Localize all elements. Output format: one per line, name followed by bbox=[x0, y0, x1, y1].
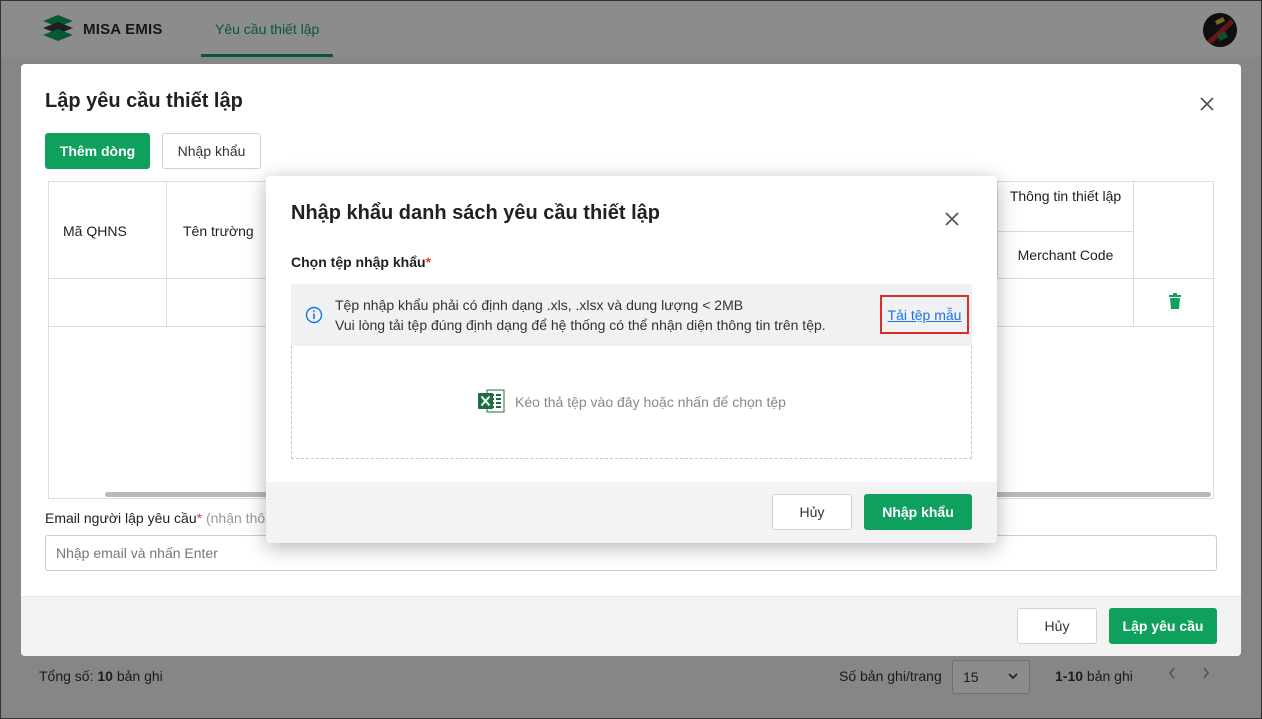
info-banner: Tệp nhập khẩu phải có định dạng .xls, .x… bbox=[291, 284, 972, 346]
drop-zone-text: Kéo thả tệp vào đây hoặc nhấn để chọn tệ… bbox=[515, 394, 786, 410]
info-text-guidance: Vui lòng tải tệp đúng định dạng để hệ th… bbox=[335, 317, 826, 333]
trash-icon[interactable] bbox=[1168, 293, 1182, 312]
email-hint: (nhận thô bbox=[205, 510, 266, 526]
row-actions bbox=[1133, 279, 1215, 327]
info-icon bbox=[305, 306, 323, 327]
close-icon[interactable] bbox=[945, 212, 959, 226]
column-header-school: Tên trường bbox=[167, 182, 267, 279]
excel-icon bbox=[477, 388, 505, 417]
dialog-title: Lập yêu cầu thiết lập bbox=[45, 90, 243, 112]
import-button[interactable]: Nhập khẩu bbox=[162, 133, 261, 169]
column-header-code: Mã QHNS bbox=[49, 182, 167, 279]
download-template-link[interactable]: Tải tệp mẫu bbox=[888, 307, 962, 323]
column-header-actions bbox=[1133, 182, 1215, 279]
add-row-button[interactable]: Thêm dòng bbox=[45, 133, 150, 169]
create-request-button[interactable]: Lập yêu cầu bbox=[1109, 608, 1217, 644]
column-header-setup-info: Thông tin thiết lập bbox=[997, 182, 1133, 232]
close-icon[interactable] bbox=[1199, 96, 1215, 112]
download-template-highlight: Tải tệp mẫu bbox=[880, 295, 969, 334]
import-modal: Nhập khẩu danh sách yêu cầu thiết lập Ch… bbox=[266, 176, 997, 543]
email-label: Email người lập yêu cầu* (nhận thô bbox=[45, 510, 266, 526]
import-submit-button[interactable]: Nhập khẩu bbox=[864, 494, 972, 530]
dialog-footer: Hủy Lập yêu cầu bbox=[21, 596, 1241, 656]
file-label: Chọn tệp nhập khẩu* bbox=[291, 254, 432, 270]
email-label-text: Email người lập yêu cầu bbox=[45, 510, 197, 526]
table-cell[interactable] bbox=[49, 279, 167, 327]
column-header-merchant-code: Merchant Code bbox=[997, 232, 1133, 279]
file-label-text: Chọn tệp nhập khẩu bbox=[291, 254, 426, 270]
modal-footer: Hủy Nhập khẩu bbox=[266, 482, 997, 543]
file-drop-zone[interactable]: Kéo thả tệp vào đây hoặc nhấn để chọn tệ… bbox=[291, 346, 972, 459]
cancel-button[interactable]: Hủy bbox=[772, 494, 852, 530]
cancel-button[interactable]: Hủy bbox=[1017, 608, 1097, 644]
info-text-format: Tệp nhập khẩu phải có định dạng .xls, .x… bbox=[335, 297, 744, 313]
modal-title: Nhập khẩu danh sách yêu cầu thiết lập bbox=[291, 202, 660, 224]
